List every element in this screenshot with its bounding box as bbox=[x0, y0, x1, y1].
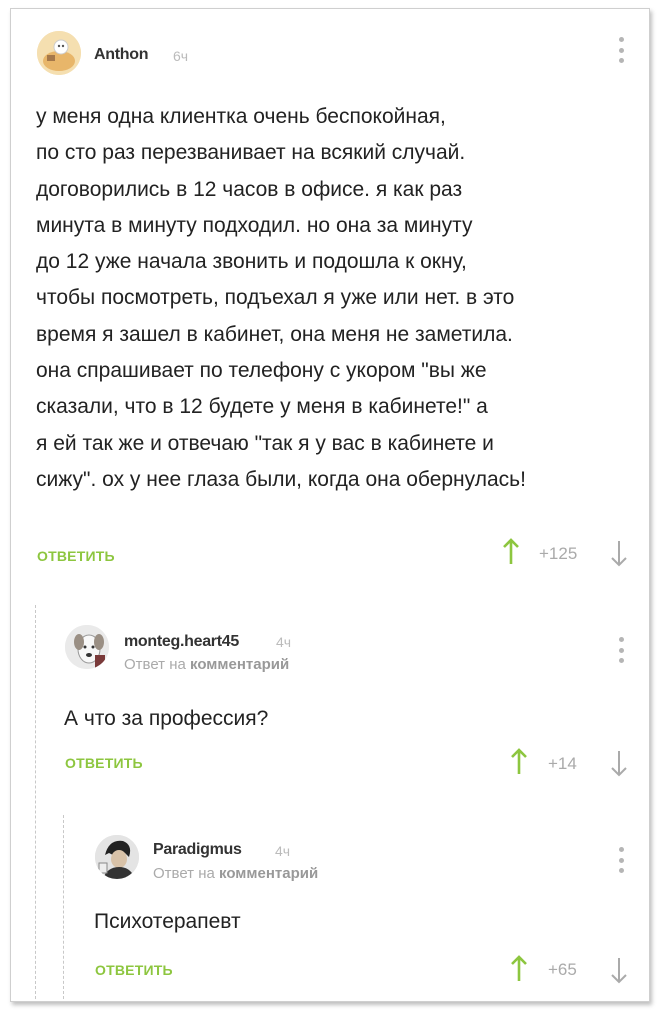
text-line: у меня одна клиентка очень беспокойная, bbox=[36, 105, 446, 128]
username[interactable]: monteg.heart45 bbox=[124, 633, 239, 651]
thread-line bbox=[63, 815, 65, 999]
reply-target-link[interactable]: комментарий bbox=[219, 865, 318, 882]
menu-dots-icon[interactable] bbox=[617, 637, 625, 663]
comment-time: 4ч bbox=[276, 634, 292, 650]
reply-button[interactable]: ОТВЕТИТЬ bbox=[65, 755, 143, 771]
avatar[interactable] bbox=[37, 31, 81, 75]
reply-to: Ответ на комментарий bbox=[124, 656, 289, 673]
menu-dots-icon[interactable] bbox=[617, 847, 625, 873]
arrow-down-icon[interactable] bbox=[609, 749, 629, 777]
avatar[interactable] bbox=[95, 835, 139, 879]
rating: +14 bbox=[548, 754, 577, 773]
text-line: сказали, что в 12 будете у меня в кабине… bbox=[36, 395, 488, 419]
username[interactable]: Anthon bbox=[94, 46, 148, 64]
arrow-down-icon[interactable] bbox=[609, 539, 629, 567]
reply-target-link[interactable]: комментарий bbox=[190, 656, 289, 673]
comment-text: у меня одна клиентка очень беспокойная, … bbox=[36, 99, 646, 498]
reply-prefix: Ответ на bbox=[124, 656, 186, 673]
text-line: договорились в 12 часов в офисе. я как р… bbox=[36, 177, 463, 201]
text-line: время я зашел в кабинет, она меня не зам… bbox=[36, 322, 513, 346]
arrow-down-icon[interactable] bbox=[609, 956, 629, 984]
menu-dots-icon[interactable] bbox=[617, 37, 625, 63]
thread-line bbox=[35, 605, 37, 999]
comment-time: 4ч bbox=[275, 843, 291, 859]
username[interactable]: Paradigmus bbox=[153, 841, 242, 859]
text-line: она спрашивает по телефону с укором "вы … bbox=[36, 359, 487, 383]
rating: +65 bbox=[548, 960, 577, 979]
text-line: по сто раз перезванивает на всякий случа… bbox=[36, 141, 466, 165]
reply-to: Ответ на комментарий bbox=[153, 865, 318, 882]
avatar-dog-icon bbox=[65, 625, 109, 669]
avatar-cat-icon bbox=[37, 31, 81, 75]
text-line: чтобы посмотреть, подъехал я уже или нет… bbox=[36, 286, 515, 310]
avatar-person-icon bbox=[95, 835, 139, 879]
comment-time: 6ч bbox=[173, 48, 189, 64]
reply-button[interactable]: ОТВЕТИТЬ bbox=[37, 548, 115, 564]
arrow-up-icon[interactable] bbox=[501, 538, 521, 566]
comments-panel: Anthon 6ч у меня одна клиентка очень бес… bbox=[10, 8, 650, 1002]
text-line: минута в минуту подходил. но она за мину… bbox=[36, 213, 473, 237]
reply-prefix: Ответ на bbox=[153, 865, 215, 882]
reply-button[interactable]: ОТВЕТИТЬ bbox=[95, 962, 173, 978]
text-line: я ей так же и отвечаю "так я у вас в каб… bbox=[36, 431, 494, 455]
arrow-up-icon[interactable] bbox=[509, 748, 529, 776]
arrow-up-icon[interactable] bbox=[509, 955, 529, 983]
rating: +125 bbox=[539, 544, 578, 563]
text-line: до 12 уже начала звонить и подошла к окн… bbox=[36, 250, 467, 274]
avatar[interactable] bbox=[65, 625, 109, 669]
comment-text: Психотерапевт bbox=[94, 910, 241, 933]
text-line: сижу". ох у нее глаза были, когда она об… bbox=[36, 467, 526, 491]
comment-text: А что за профессия? bbox=[64, 707, 269, 730]
